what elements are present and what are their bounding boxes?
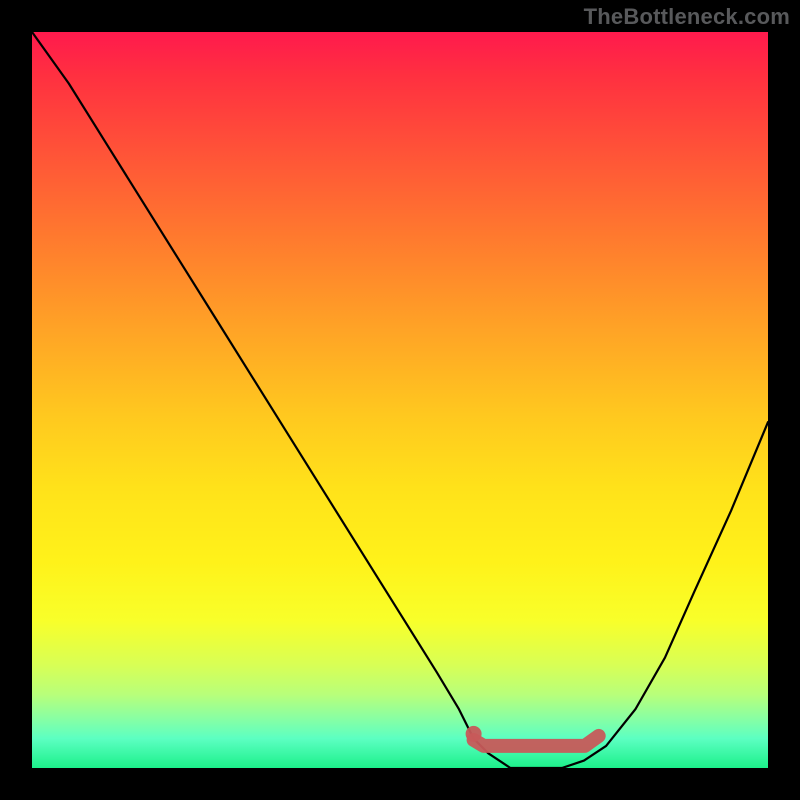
optimal-point-dot — [466, 726, 482, 742]
plot-area — [32, 32, 768, 768]
bottleneck-curve — [32, 32, 768, 768]
watermark-text: TheBottleneck.com — [584, 4, 790, 30]
chart-frame: TheBottleneck.com — [0, 0, 800, 800]
chart-svg — [32, 32, 768, 768]
optimal-range-marker — [474, 736, 599, 746]
